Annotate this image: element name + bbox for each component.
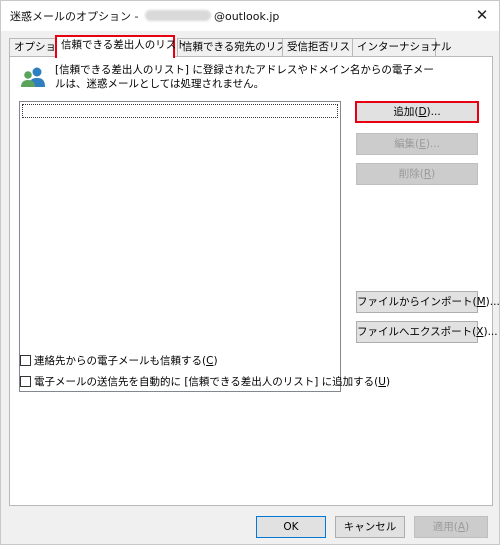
import-accesskey: M [476, 296, 486, 308]
redacted-email [144, 10, 211, 21]
tab-international[interactable]: インターナショナル [352, 38, 452, 57]
auto-add-label[interactable]: 電子メールの送信先を自動的に [信頼できる差出人のリスト] に追加する( [34, 376, 378, 388]
trust-contacts-label[interactable]: 連絡先からの電子メールも信頼する( [34, 355, 206, 367]
close-icon[interactable]: ✕ [476, 6, 489, 24]
trust-contacts-suffix[interactable]: ) [213, 355, 217, 367]
import-label: ファイルからインポート( [357, 296, 477, 308]
add-button[interactable]: 追加(D)... [355, 101, 479, 123]
add-label: 追加( [393, 106, 419, 118]
trust-contacts-checkbox[interactable]: 連絡先からの電子メールも信頼する(C) [20, 354, 218, 370]
window-title-suffix: @outlook.jp [213, 10, 280, 23]
apply-button[interactable]: 適用(A) [414, 516, 488, 538]
tab-safe-recipients[interactable]: 信頼できる宛先のリスト [177, 38, 297, 57]
auto-add-accesskey[interactable]: U [378, 376, 386, 388]
safe-senders-panel: [信頼できる差出人のリスト] に登録されたアドレスやドメイン名からの電子メールは… [9, 56, 500, 506]
export-suffix: )... [483, 326, 498, 338]
add-accesskey: D [418, 106, 427, 118]
delete-label: 削除( [398, 168, 424, 180]
close-button[interactable]: ✕ [473, 6, 491, 24]
window-title-prefix: 迷惑メールのオプション - [10, 10, 142, 23]
trust-contacts-box[interactable] [20, 355, 31, 366]
contacts-icon [21, 67, 45, 87]
edit-suffix: )... [425, 138, 440, 150]
auto-add-box[interactable] [20, 376, 31, 387]
export-to-file-button[interactable]: ファイルへエクスポート(X)... [356, 321, 498, 343]
delete-button[interactable]: 削除(R) [356, 163, 478, 185]
edit-accesskey: E [419, 138, 426, 150]
export-label: ファイルへエクスポート( [357, 326, 477, 338]
auto-add-suffix[interactable]: ) [386, 376, 390, 388]
auto-add-recipients-checkbox[interactable]: 電子メールの送信先を自動的に [信頼できる差出人のリスト] に追加する(U) [20, 375, 390, 391]
edit-button[interactable]: 編集(E)... [356, 133, 478, 155]
junk-email-options-dialog: 迷惑メールのオプション - @outlook.jp ✕ オプション 信頼できる差… [0, 0, 500, 545]
ok-button[interactable]: OK [256, 516, 326, 538]
apply-suffix: ) [465, 521, 470, 533]
tab-options[interactable]: オプション [9, 38, 67, 57]
tab-blocked-senders[interactable]: 受信拒否リスト [282, 38, 361, 57]
tab-safe-senders[interactable]: 信頼できる差出人のリスト [55, 35, 187, 58]
import-suffix: )... [485, 296, 500, 308]
cancel-button[interactable]: キャンセル [335, 516, 405, 538]
window-title: 迷惑メールのオプション - @outlook.jp [10, 8, 279, 24]
list-focus-row[interactable] [22, 104, 338, 118]
apply-label: 適用( [432, 521, 458, 533]
title-bar: 迷惑メールのオプション - @outlook.jp ✕ [1, 1, 499, 31]
edit-label: 編集( [394, 138, 420, 150]
description-text: [信頼できる差出人のリスト] に登録されたアドレスやドメイン名からの電子メールは… [55, 64, 434, 90]
import-from-file-button[interactable]: ファイルからインポート(M)... [356, 291, 500, 313]
add-suffix: )... [426, 106, 441, 118]
safe-senders-list[interactable] [19, 101, 341, 392]
delete-suffix: ) [431, 168, 436, 180]
